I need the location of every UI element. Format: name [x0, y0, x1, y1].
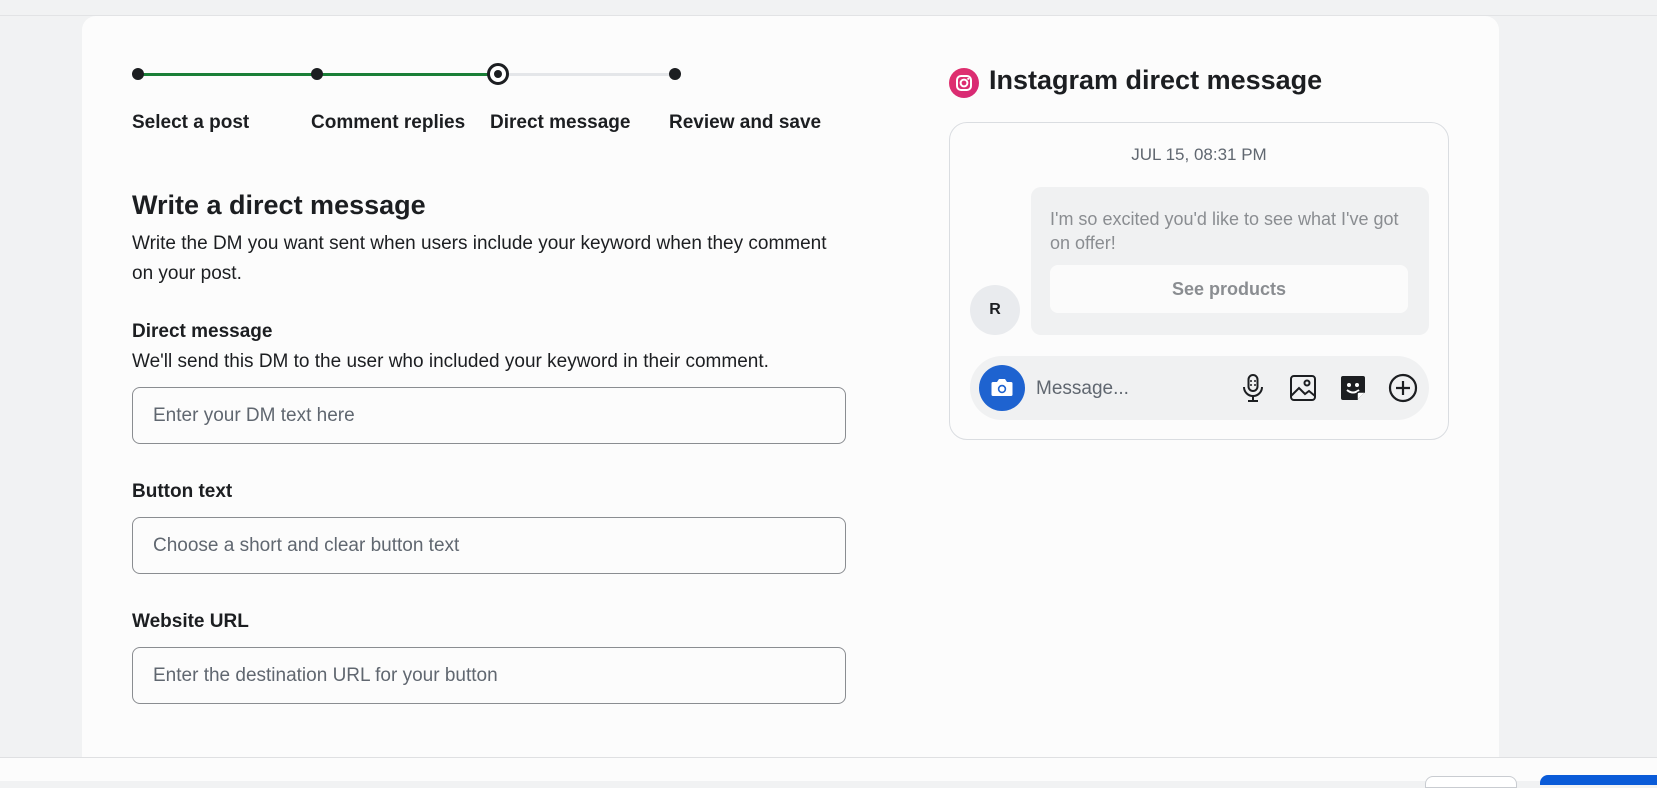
- dm-field-label: Direct message: [132, 321, 273, 342]
- avatar: R: [970, 285, 1020, 335]
- step-label-direct-message[interactable]: Direct message: [490, 112, 630, 134]
- page-title: Write a direct message: [132, 190, 426, 220]
- message-composer: [970, 356, 1429, 420]
- button-text-label: Button text: [132, 481, 233, 502]
- bottom-action-bar: [0, 757, 1657, 781]
- button-text-input[interactable]: [132, 517, 846, 574]
- image-icon[interactable]: [1287, 372, 1319, 404]
- message-timestamp: JUL 15, 08:31 PM: [1131, 145, 1267, 164]
- step-label-comment-replies[interactable]: Comment replies: [311, 112, 465, 134]
- instagram-icon: [949, 68, 979, 98]
- step-dot-review-save: [669, 68, 681, 80]
- step-dot-comment-replies: [311, 68, 323, 80]
- add-circle-icon[interactable]: [1387, 372, 1419, 404]
- camera-icon[interactable]: [979, 365, 1025, 411]
- message-text: I'm so excited you'd like to see what I'…: [1050, 209, 1399, 253]
- primary-action-button[interactable]: [1540, 775, 1657, 785]
- dm-field-help: We'll send this DM to the user who inclu…: [132, 351, 769, 372]
- microphone-icon[interactable]: [1237, 372, 1269, 404]
- see-products-button[interactable]: See products: [1050, 265, 1408, 313]
- secondary-action-button[interactable]: [1425, 776, 1517, 788]
- dm-preview-panel: JUL 15, 08:31 PM R I'm so excited you'd …: [949, 122, 1449, 440]
- step-connector-1: [138, 73, 317, 76]
- message-bubble: I'm so excited you'd like to see what I'…: [1031, 187, 1429, 335]
- step-label-review-save[interactable]: Review and save: [669, 112, 821, 134]
- progress-stepper: Select a post Comment replies Direct mes…: [132, 62, 832, 142]
- step-dot-select-post: [132, 68, 144, 80]
- step-label-select-post[interactable]: Select a post: [132, 112, 249, 134]
- preview-title: Instagram direct message: [989, 65, 1323, 95]
- step-dot-direct-message: [487, 63, 509, 85]
- step-connector-2: [317, 73, 496, 76]
- step-connector-3: [496, 73, 675, 76]
- website-url-label: Website URL: [132, 611, 249, 632]
- sticker-icon[interactable]: [1337, 372, 1369, 404]
- dm-text-input[interactable]: [132, 387, 846, 444]
- website-url-input[interactable]: [132, 647, 846, 704]
- page-description: Write the DM you want sent when users in…: [132, 233, 827, 284]
- message-input[interactable]: [1034, 368, 1238, 410]
